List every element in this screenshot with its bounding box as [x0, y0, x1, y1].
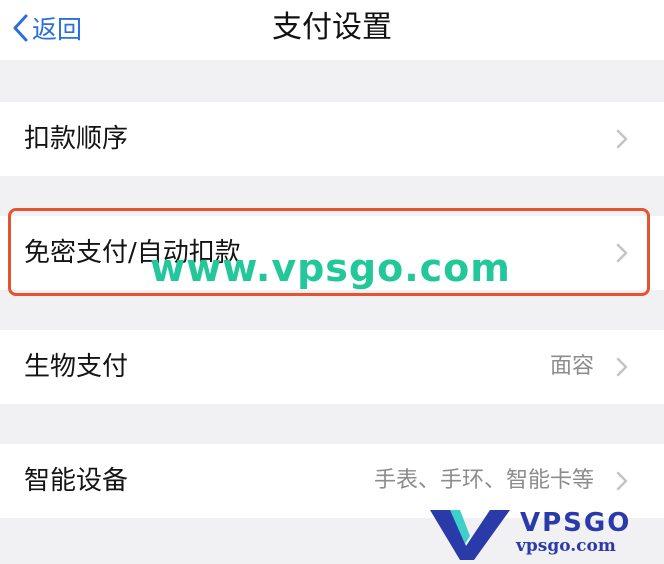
navigation-bar: 返回 支付设置 — [0, 0, 664, 60]
chevron-right-icon — [616, 471, 628, 491]
row-biometric-payment[interactable]: 生物支付 面容 — [0, 330, 664, 404]
back-label: 返回 — [32, 15, 83, 44]
row-value: 面容 — [549, 354, 594, 379]
row-label: 智能设备 — [24, 466, 129, 496]
row-label: 生物支付 — [24, 352, 129, 382]
page-title: 支付设置 — [272, 10, 392, 45]
chevron-right-icon — [616, 243, 628, 263]
logo-v-icon — [430, 510, 510, 560]
row-password-free-payment[interactable]: 免密支付/自动扣款 — [0, 216, 664, 290]
vpsgo-logo: VPSGO vpsgo.com — [430, 506, 664, 560]
logo-wordmark: VPSGO — [520, 508, 632, 538]
back-button[interactable]: 返回 — [12, 10, 82, 46]
row-label: 扣款顺序 — [24, 124, 129, 154]
row-label: 免密支付/自动扣款 — [24, 238, 241, 268]
row-deduction-order[interactable]: 扣款顺序 — [0, 102, 664, 176]
chevron-right-icon — [616, 357, 628, 377]
chevron-right-icon — [616, 129, 628, 149]
logo-url: vpsgo.com — [516, 536, 616, 556]
chevron-left-icon — [12, 14, 28, 42]
